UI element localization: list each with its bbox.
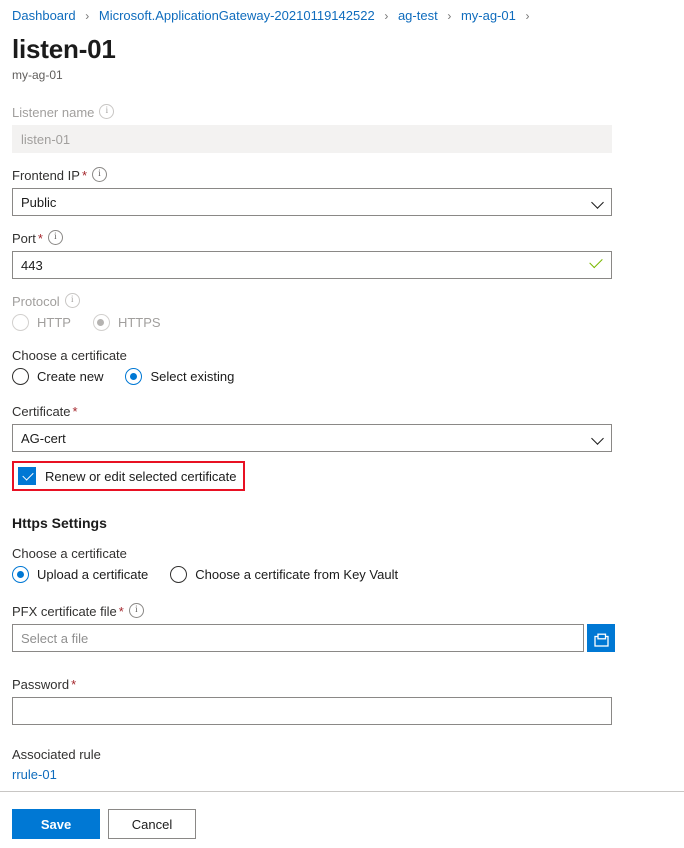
certificate-label: Certificate* <box>12 403 672 420</box>
radio-checked-icon <box>93 314 110 331</box>
certificate-value[interactable] <box>12 424 612 452</box>
password-input[interactable] <box>12 697 612 725</box>
breadcrumb-item-resource-group[interactable]: ag-test <box>398 8 438 23</box>
protocol-https-label: HTTPS <box>118 315 161 330</box>
key-vault-label: Choose a certificate from Key Vault <box>195 567 398 582</box>
renew-certificate-label: Renew or edit selected certificate <box>45 469 236 484</box>
port-label: Port* <box>12 230 672 247</box>
footer-actions: Save Cancel <box>12 809 196 839</box>
password-label: Password* <box>12 676 672 693</box>
breadcrumb-item-gateway[interactable]: my-ag-01 <box>461 8 516 23</box>
required-asterisk: * <box>73 404 78 419</box>
browse-file-button[interactable] <box>587 624 615 652</box>
https-settings-heading: Https Settings <box>12 515 672 531</box>
breadcrumb-item-deployment[interactable]: Microsoft.ApplicationGateway-20210119142… <box>99 8 375 23</box>
https-choose-certificate-radio-group: Upload a certificate Choose a certificat… <box>12 566 672 583</box>
field-https-choose-certificate: Choose a certificate Upload a certificat… <box>12 545 672 583</box>
frontend-ip-value[interactable] <box>12 188 612 216</box>
required-asterisk: * <box>38 231 43 246</box>
save-button[interactable]: Save <box>12 809 100 839</box>
protocol-http-label: HTTP <box>37 315 71 330</box>
field-password: Password* <box>12 676 672 725</box>
field-certificate: Certificate* <box>12 403 672 452</box>
field-frontend-ip: Frontend IP* <box>12 167 672 216</box>
renew-certificate-highlight-box: Renew or edit selected certificate <box>12 461 245 491</box>
protocol-option-https: HTTPS <box>93 314 161 331</box>
protocol-label: Protocol <box>12 293 672 310</box>
pfx-file-label: PFX certificate file* <box>12 603 672 620</box>
https-option-key-vault[interactable]: Choose a certificate from Key Vault <box>170 566 398 583</box>
info-icon[interactable] <box>48 230 63 245</box>
port-input[interactable] <box>12 251 612 279</box>
field-pfx-certificate-file: PFX certificate file* <box>12 603 672 652</box>
cancel-button[interactable]: Cancel <box>108 809 196 839</box>
page-title: listen-01 <box>12 34 684 64</box>
associated-rule-link[interactable]: rrule-01 <box>12 767 57 782</box>
radio-unchecked-icon <box>12 314 29 331</box>
field-listener-name: Listener name <box>12 104 672 153</box>
choose-certificate-label: Choose a certificate <box>12 347 672 364</box>
listener-settings-form: Listener name Frontend IP* Port* Protoco… <box>0 104 684 782</box>
footer-divider <box>0 791 684 792</box>
certificate-option-create-new[interactable]: Create new <box>12 368 103 385</box>
field-choose-certificate: Choose a certificate Create new Select e… <box>12 347 672 385</box>
breadcrumb-separator-icon: › <box>447 9 451 23</box>
frontend-ip-dropdown[interactable] <box>12 188 612 216</box>
port-input-wrap <box>12 251 612 279</box>
breadcrumb-separator-icon: › <box>85 9 89 23</box>
select-existing-label: Select existing <box>150 369 234 384</box>
listener-name-input <box>12 125 612 153</box>
breadcrumb-separator-icon: › <box>525 9 529 23</box>
required-asterisk: * <box>119 604 124 619</box>
breadcrumb: Dashboard › Microsoft.ApplicationGateway… <box>0 0 684 24</box>
field-associated-rule: Associated rule rrule-01 <box>12 747 672 782</box>
renew-certificate-checkbox[interactable] <box>18 467 36 485</box>
upload-certificate-label: Upload a certificate <box>37 567 148 582</box>
https-choose-certificate-label: Choose a certificate <box>12 545 672 562</box>
protocol-option-http: HTTP <box>12 314 71 331</box>
https-option-upload-certificate[interactable]: Upload a certificate <box>12 566 148 583</box>
radio-unchecked-icon <box>170 566 187 583</box>
certificate-option-select-existing[interactable]: Select existing <box>125 368 234 385</box>
frontend-ip-label: Frontend IP* <box>12 167 672 184</box>
choose-certificate-radio-group: Create new Select existing <box>12 368 672 385</box>
radio-checked-icon <box>125 368 142 385</box>
page-subtitle: my-ag-01 <box>12 68 684 82</box>
field-port: Port* <box>12 230 672 279</box>
info-icon[interactable] <box>92 167 107 182</box>
listener-name-label: Listener name <box>12 104 672 121</box>
pfx-file-input[interactable] <box>12 624 584 652</box>
info-icon[interactable] <box>129 603 144 618</box>
folder-browse-icon <box>593 633 610 649</box>
breadcrumb-item-dashboard[interactable]: Dashboard <box>12 8 76 23</box>
info-icon[interactable] <box>65 293 80 308</box>
info-icon[interactable] <box>99 104 114 119</box>
create-new-label: Create new <box>37 369 103 384</box>
pfx-file-row <box>12 624 672 652</box>
required-asterisk: * <box>71 677 76 692</box>
associated-rule-label: Associated rule <box>12 747 672 762</box>
field-protocol: Protocol HTTP HTTPS <box>12 293 672 331</box>
radio-unchecked-icon <box>12 368 29 385</box>
certificate-dropdown[interactable] <box>12 424 612 452</box>
breadcrumb-separator-icon: › <box>384 9 388 23</box>
radio-checked-icon <box>12 566 29 583</box>
protocol-radio-group: HTTP HTTPS <box>12 314 672 331</box>
required-asterisk: * <box>82 168 87 183</box>
